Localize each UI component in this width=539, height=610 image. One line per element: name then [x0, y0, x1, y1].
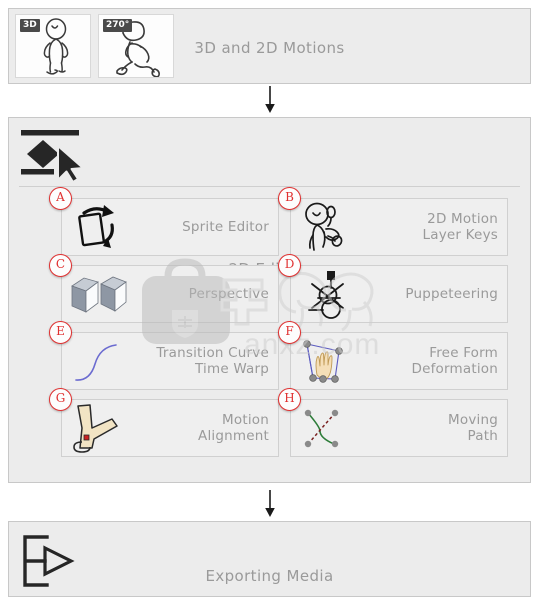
feature-cell-moving-path: H Moving Path — [278, 388, 508, 457]
feature-label-perspective: Perspective — [188, 286, 269, 302]
feature-cell-motion-alignment: G Motion Alignment — [49, 388, 279, 457]
feature-cell-perspective: C Perspective — [49, 254, 279, 323]
feature-label-motion-layer-keys: 2D Motion Layer Keys — [422, 211, 498, 243]
feature-badge-f: F — [278, 321, 301, 344]
diagram-canvas: 3D 270° 3D and 2D Motions A Sprite Edito… — [0, 0, 539, 610]
ffd-hand-cage-icon — [297, 335, 357, 387]
sprite-rotate-icon — [68, 201, 128, 253]
feature-card-motion-layer-keys[interactable]: B 2D Motion Layer Keys — [278, 187, 508, 256]
stage-2d-editing: 2D Editing A — [8, 117, 531, 483]
feature-card-perspective[interactable]: C Perspective — [49, 254, 279, 323]
feature-badge-h: H — [278, 388, 301, 411]
feature-label-motion-alignment: Motion Alignment — [198, 412, 269, 444]
stage-3d-2d-motions: 3D 270° 3D and 2D Motions — [8, 8, 531, 84]
thumbnail-badge-3d: 3D — [20, 19, 40, 32]
feature-card-transition-curve[interactable]: E Transition Curve Time Warp — [49, 321, 279, 390]
feature-label-transition-curve: Transition Curve Time Warp — [156, 345, 269, 377]
feature-cell-sprite-editor: A Sprite Editor — [49, 187, 279, 256]
arrow-motions-to-editing — [0, 86, 539, 114]
feature-cell-free-form-deformation: F Free Form Deformation — [278, 321, 508, 390]
feature-badge-a: A — [49, 187, 72, 210]
feature-card-free-form-deformation[interactable]: F Free Form Deformation — [278, 321, 508, 390]
down-arrow-icon — [264, 86, 275, 113]
thumbnail-badge-270: 270° — [103, 19, 133, 32]
feature-label-puppeteering: Puppeteering — [405, 286, 498, 302]
stage-title-motions: 3D and 2D Motions — [194, 39, 345, 57]
feature-card-motion-alignment[interactable]: G Motion Alignment — [49, 388, 279, 457]
motion-alignment-icon — [68, 402, 128, 454]
stage-exporting-media: Exporting Media — [8, 521, 531, 597]
feature-label-moving-path: Moving Path — [448, 412, 498, 444]
feature-badge-g: G — [49, 388, 72, 411]
feature-card-sprite-editor[interactable]: A Sprite Editor — [49, 187, 279, 256]
feature-cell-motion-layer-keys: B 2D Motion Layer Keys — [278, 187, 508, 256]
s-curve-icon — [68, 335, 128, 387]
down-arrow-icon — [264, 490, 275, 517]
motion-layer-figure-icon — [297, 201, 357, 253]
diamond-cursor-icon — [17, 128, 95, 188]
feature-badge-d: D — [278, 254, 301, 277]
section-divider — [19, 186, 520, 187]
feature-card-puppeteering[interactable]: D Puppeteering — [278, 254, 508, 323]
feature-label-free-form-deformation: Free Form Deformation — [411, 345, 498, 377]
puppet-strings-icon — [297, 268, 357, 320]
feature-card-moving-path[interactable]: H Moving Path — [278, 388, 508, 457]
arrow-editing-to-export — [0, 490, 539, 518]
perspective-cubes-icon — [68, 268, 128, 320]
feature-badge-c: C — [49, 254, 72, 277]
feature-cell-transition-curve: E Transition Curve Time Warp — [49, 321, 279, 390]
moving-path-icon — [297, 402, 357, 454]
feature-cell-puppeteering: D Puppeteering — [278, 254, 508, 323]
feature-grid: A Sprite Editor B 2D Motion Layer Keys C… — [49, 187, 508, 457]
feature-label-sprite-editor: Sprite Editor — [182, 219, 269, 235]
feature-badge-e: E — [49, 321, 72, 344]
stage-title-export: Exporting Media — [205, 567, 334, 585]
feature-badge-b: B — [278, 187, 301, 210]
